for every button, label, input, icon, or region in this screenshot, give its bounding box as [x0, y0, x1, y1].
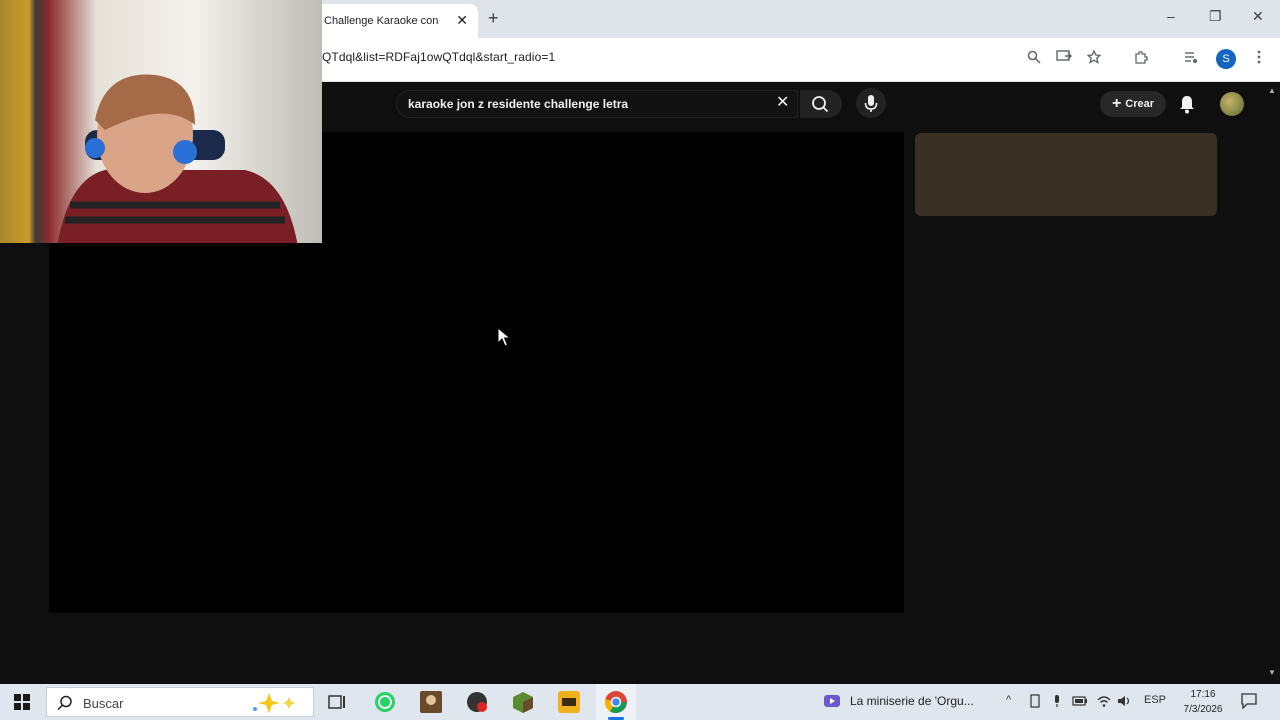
- scroll-up-icon[interactable]: ▲: [1268, 86, 1276, 95]
- battery-icon[interactable]: [1072, 694, 1088, 708]
- chrome-icon: [604, 691, 627, 713]
- task-view-icon[interactable]: [325, 690, 349, 714]
- sparkle-icon: [253, 693, 295, 713]
- microphone-tray-icon[interactable]: [1052, 694, 1062, 708]
- sidebar-ad-placeholder: [915, 133, 1217, 216]
- webcam-overlay: [0, 0, 322, 243]
- browser-tab-active[interactable]: Challenge Karaoke con ✕: [312, 4, 478, 38]
- notifications-bell-icon[interactable]: [1178, 94, 1196, 114]
- profile-avatar[interactable]: S: [1216, 49, 1236, 69]
- create-label: Crear: [1125, 98, 1155, 110]
- microphone-icon: [864, 95, 878, 112]
- notification-center-icon[interactable]: [1241, 693, 1257, 709]
- user-avatar[interactable]: [1220, 92, 1244, 116]
- chrome-taskbar-active[interactable]: [596, 684, 636, 720]
- voice-search-button[interactable]: [856, 88, 886, 118]
- clock-date: 7/3/2026: [1183, 704, 1223, 715]
- webcam-person-image: [57, 74, 298, 243]
- youtube-search-input[interactable]: karaoke jon z residente challenge letra: [396, 90, 798, 118]
- tab-close-icon[interactable]: ✕: [456, 12, 468, 28]
- bookmark-star-icon[interactable]: [1087, 50, 1101, 64]
- plus-icon: +: [1111, 95, 1122, 112]
- new-tab-button[interactable]: +: [488, 8, 499, 28]
- media-control-icon[interactable]: [1184, 50, 1198, 64]
- volume-icon[interactable]: [1117, 694, 1133, 708]
- close-window-button[interactable]: ✕: [1252, 8, 1264, 25]
- search-clear-icon[interactable]: ✕: [776, 92, 789, 112]
- search-icon: [812, 96, 829, 113]
- news-notification[interactable]: La miniserie de 'Orgu...: [850, 694, 974, 708]
- news-widget-icon[interactable]: [823, 693, 841, 709]
- create-button[interactable]: + Crear: [1100, 91, 1166, 117]
- scroll-down-icon[interactable]: ▼: [1268, 668, 1276, 677]
- search-icon: [57, 695, 72, 711]
- brawl-app-icon[interactable]: [557, 690, 581, 714]
- mouse-cursor-icon: [497, 327, 511, 347]
- minecraft-icon[interactable]: [511, 690, 535, 714]
- address-bar[interactable]: QTdql&list=RDFaj1owQTdql&start_radio=1: [322, 50, 555, 64]
- zoom-icon[interactable]: [1027, 50, 1041, 64]
- game-app-icon[interactable]: [419, 690, 443, 714]
- more-menu-icon[interactable]: [1256, 50, 1262, 64]
- screen: Challenge Karaoke con ✕ + – ❐ ✕ QTdql&li…: [0, 0, 1280, 720]
- taskbar-clock[interactable]: 17:16 7/3/2026: [1178, 687, 1228, 717]
- windows-taskbar: Buscar La miniserie de 'Orgu... ^ ESP 17…: [0, 684, 1280, 720]
- wifi-icon[interactable]: [1096, 694, 1112, 708]
- maximize-button[interactable]: ❐: [1209, 8, 1222, 25]
- device-icon[interactable]: [1030, 694, 1040, 708]
- clock-time: 17:16: [1190, 689, 1216, 700]
- extensions-icon[interactable]: [1134, 50, 1148, 64]
- taskbar-search-input[interactable]: Buscar: [46, 687, 314, 717]
- show-hidden-icons[interactable]: ^: [1006, 694, 1011, 706]
- install-app-icon[interactable]: [1056, 50, 1072, 64]
- language-indicator[interactable]: ESP: [1144, 694, 1166, 706]
- taskbar-search-placeholder: Buscar: [83, 696, 124, 711]
- screen-recorder-icon[interactable]: [465, 690, 489, 714]
- youtube-search-button[interactable]: [800, 90, 842, 118]
- whatsapp-icon[interactable]: [373, 690, 397, 714]
- minimize-button[interactable]: –: [1167, 8, 1175, 24]
- windows-start-icon[interactable]: [14, 694, 30, 710]
- tab-title: Challenge Karaoke con: [324, 15, 439, 27]
